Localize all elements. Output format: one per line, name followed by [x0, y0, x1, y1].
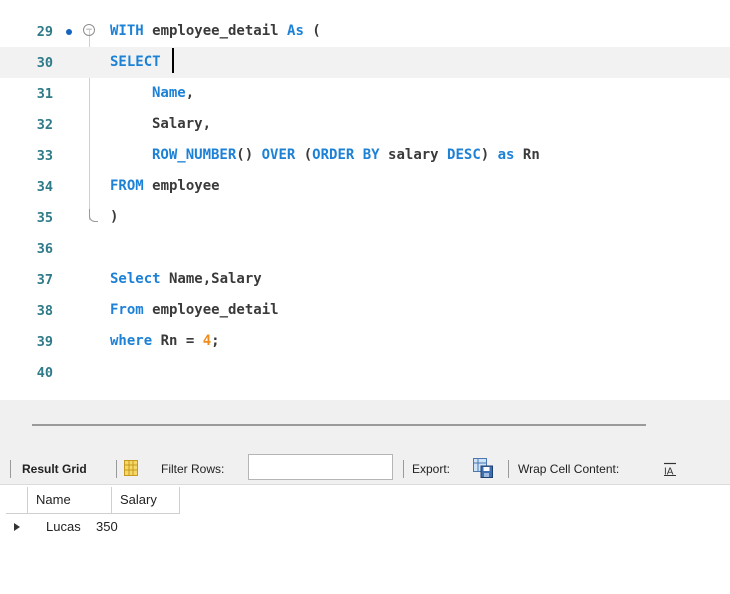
grid-columns-icon[interactable] — [124, 460, 138, 476]
code-text: Salary, — [152, 116, 212, 132]
line-number: 39 — [36, 334, 53, 350]
code-text: Select Name,Salary — [110, 271, 262, 287]
svg-text:IA: IA — [664, 467, 674, 477]
line-number: 35 — [36, 210, 53, 226]
line-number: 34 — [36, 179, 53, 195]
code-line-29[interactable]: 29 − WITH employee_detail As ( — [0, 16, 730, 47]
code-line-38[interactable]: 38 From employee_detail — [0, 295, 730, 326]
line-number: 29 — [36, 24, 53, 40]
code-line-39[interactable]: 39 where Rn = 4; — [0, 326, 730, 357]
filter-rows-label: Filter Rows: — [161, 462, 225, 476]
code-line-33[interactable]: 33 ROW_NUMBER() OVER (ORDER BY salary DE… — [0, 140, 730, 171]
code-line-30[interactable]: 30 SELECT — [0, 47, 730, 78]
code-line-36[interactable]: 36 — [0, 233, 730, 264]
code-text: From employee_detail — [110, 302, 279, 318]
toolbar-separator — [10, 460, 11, 478]
result-grid[interactable]: Name Salary Lucas 350 — [6, 487, 180, 541]
toolbar-separator — [116, 460, 117, 478]
result-toolbar: Result Grid Filter Rows: Export: Wrap Ce… — [0, 452, 730, 485]
cell-salary[interactable]: 350 — [90, 514, 118, 540]
toolbar-separator — [403, 460, 404, 478]
grid-header-row: Name Salary — [6, 487, 180, 514]
sql-editor[interactable]: 29 − WITH employee_detail As ( 30 SELECT… — [0, 0, 730, 400]
code-line-34[interactable]: 34 FROM employee — [0, 171, 730, 202]
line-number: 40 — [36, 365, 53, 381]
wrap-cell-icon[interactable]: IA — [663, 462, 677, 476]
line-number: 31 — [36, 86, 53, 102]
code-text: SELECT — [110, 54, 161, 70]
table-row[interactable]: Lucas 350 — [6, 514, 180, 540]
code-text: WITH employee_detail As ( — [110, 23, 321, 39]
text-caret — [172, 48, 174, 73]
code-line-35[interactable]: 35 ) — [0, 202, 730, 233]
code-line-37[interactable]: 37 Select Name,Salary — [0, 264, 730, 295]
result-grid-tab[interactable]: Result Grid — [22, 462, 87, 476]
row-header-cell — [6, 487, 28, 513]
current-row-icon — [14, 523, 20, 531]
filter-rows-input[interactable] — [248, 454, 393, 480]
code-text: where Rn = 4; — [110, 333, 220, 349]
code-text: FROM employee — [110, 178, 220, 194]
wrap-cell-label: Wrap Cell Content: — [518, 462, 620, 476]
cell-name[interactable]: Lucas — [40, 514, 81, 540]
fold-collapse-icon[interactable]: − — [83, 24, 95, 36]
line-number: 33 — [36, 148, 53, 164]
code-text: ROW_NUMBER() OVER (ORDER BY salary DESC)… — [152, 147, 540, 163]
line-number: 32 — [36, 117, 53, 133]
line-number: 38 — [36, 303, 53, 319]
splitter-handle[interactable] — [32, 424, 646, 426]
column-header-name[interactable]: Name — [28, 487, 112, 513]
code-line-32[interactable]: 32 Salary, — [0, 109, 730, 140]
column-header-salary[interactable]: Salary — [112, 487, 180, 513]
fold-end-marker — [89, 209, 98, 222]
panel-splitter[interactable] — [0, 400, 730, 452]
code-text: ) — [110, 209, 119, 225]
code-line-40[interactable]: 40 — [0, 357, 730, 388]
export-icon[interactable] — [473, 458, 493, 478]
toolbar-separator — [508, 460, 509, 478]
line-number: 30 — [36, 55, 53, 71]
line-number: 37 — [36, 272, 53, 288]
line-number: 36 — [36, 241, 53, 257]
statement-marker-icon — [66, 29, 72, 35]
code-line-31[interactable]: 31 Name, — [0, 78, 730, 109]
export-label: Export: — [412, 462, 451, 476]
code-text: Name, — [152, 85, 195, 101]
